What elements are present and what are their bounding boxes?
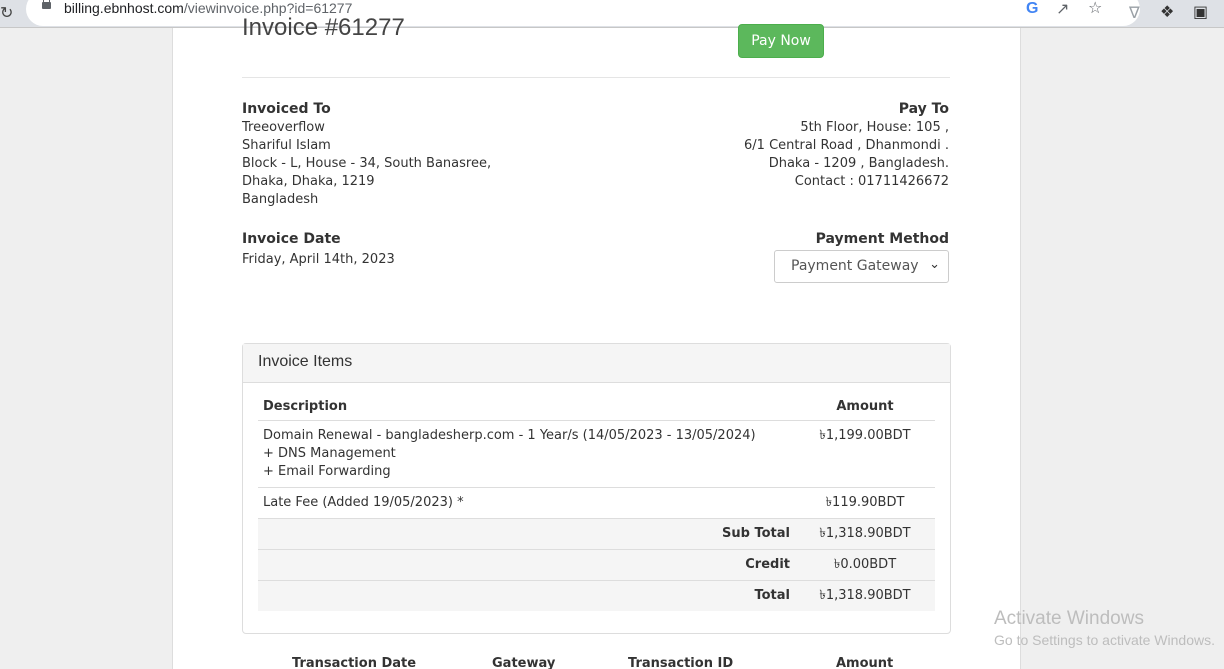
col-description: Description [258,393,795,421]
invoiced-to-heading: Invoiced To [242,101,331,117]
subtotal-label: Sub Total [258,518,795,550]
invoiced-to-line: Block - L, House - 34, South Banasree, [242,156,492,171]
item-desc-line: Late Fee (Added 19/05/2023) * [263,495,464,510]
invoiced-to-line: Dhaka, Dhaka, 1219 [242,174,375,189]
credit-amount: ৳0.00BDT [795,549,935,581]
lock-icon[interactable] [42,0,51,9]
item-amount: ৳1,199.00BDT [795,420,935,488]
credit-row: Credit ৳0.00BDT [258,549,935,581]
col-amount: Amount [795,393,935,421]
watermark-line2: Go to Settings to activate Windows. [994,632,1215,648]
subtotal-row: Sub Total ৳1,318.90BDT [258,518,935,550]
payment-method-select[interactable]: Payment Gateway ⌄ [774,250,949,283]
credit-label: Credit [258,549,795,581]
total-label: Total [258,580,795,611]
bookmark-star-icon[interactable]: ☆ [1088,0,1102,17]
trans-col-date: Transaction Date [292,656,417,669]
table-row: Late Fee (Added 19/05/2023) * ৳119.90BDT [258,487,935,519]
invoice-date-block: Invoice Date Friday, April 14th, 2023 [242,230,395,269]
total-amount: ৳1,318.90BDT [795,580,935,611]
trans-col-amount: Amount [836,656,894,669]
invoice-date-heading: Invoice Date [242,231,341,247]
trans-col-id: Transaction ID [628,656,734,669]
windows-activation-watermark: Activate Windows Go to Settings to activ… [994,608,1215,648]
payment-method-block: Payment Method [816,230,949,249]
watermark-line1: Activate Windows [994,608,1144,629]
chevron-down-icon: ⌄ [929,257,940,272]
invoice-date-value: Friday, April 14th, 2023 [242,252,395,267]
invoiced-to-line: Treeoverflow [242,120,325,135]
invoice-container: Invoice #61277 Pay Now Invoiced To Treeo… [172,14,1021,669]
subtotal-amount: ৳1,318.90BDT [795,518,935,550]
item-desc-line: Domain Renewal - bangladesherp.com - 1 Y… [263,428,756,443]
item-amount: ৳119.90BDT [795,487,935,519]
address-bar[interactable]: billing.ebnhost.com/viewinvoice.php?id=6… [26,0,1140,26]
share-icon[interactable]: ↗ [1056,0,1069,18]
divider [242,77,950,78]
total-row: Total ৳1,318.90BDT [258,580,935,611]
invoice-items-heading: Invoice Items [243,344,950,383]
side-panel-icon[interactable]: ▣ [1193,2,1208,21]
pay-to-line: 5th Floor, House: 105 , [800,120,949,135]
invoice-items-panel: Invoice Items Description Amount Domain … [242,343,951,634]
item-desc-line: + Email Forwarding [263,464,391,479]
trans-col-gateway: Gateway [492,656,556,669]
invoiced-to-line: Bangladesh [242,192,319,207]
extension-v-icon[interactable]: ∇ [1129,3,1140,22]
extensions-puzzle-icon[interactable]: ❖ [1160,2,1174,21]
table-row: Domain Renewal - bangladesherp.com - 1 Y… [258,420,935,488]
table-header-row: Description Amount [258,393,935,421]
payment-method-selected: Payment Gateway [791,258,919,274]
pay-to-line: Contact : 01711426672 [794,174,949,189]
google-lens-icon[interactable]: G [1026,0,1038,18]
reload-icon[interactable]: ↻ [0,3,13,22]
pay-to-heading: Pay To [898,101,949,117]
pay-now-button[interactable]: Pay Now [738,24,824,58]
invoice-title: Invoice #61277 [242,14,405,41]
pay-to-line: 6/1 Central Road , Dhanmondi . [744,138,949,153]
payment-method-heading: Payment Method [815,231,949,247]
pay-to-line: Dhaka - 1209 , Bangladesh. [768,156,949,171]
invoiced-to-line: Shariful Islam [242,138,331,153]
pay-to-block: Pay To 5th Floor, House: 105 , 6/1 Centr… [744,100,949,191]
item-desc-line: + DNS Management [263,446,396,461]
browser-toolbar: ↻ billing.ebnhost.com/viewinvoice.php?id… [0,0,1224,28]
invoiced-to-block: Invoiced To Treeoverflow Shariful Islam … [242,100,491,209]
item-description: Domain Renewal - bangladesherp.com - 1 Y… [258,420,795,488]
invoice-items-table: Description Amount Domain Renewal - bang… [258,393,935,611]
item-description: Late Fee (Added 19/05/2023) * [258,487,795,519]
